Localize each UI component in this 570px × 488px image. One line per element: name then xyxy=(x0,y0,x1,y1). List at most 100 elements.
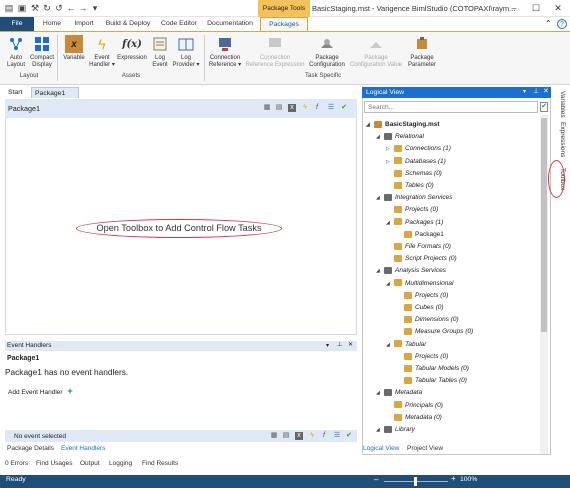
tree-item[interactable]: Tables (0) xyxy=(386,180,434,192)
redo-icon[interactable]: ↻ xyxy=(42,3,52,13)
tree-item[interactable]: Dimensions (0) xyxy=(396,314,459,326)
back-icon[interactable]: ← xyxy=(66,3,76,13)
collapse-icon[interactable]: ◢ xyxy=(366,119,374,131)
logical-view-search-input[interactable] xyxy=(364,101,538,113)
tab-code-editor[interactable]: Code Editor xyxy=(158,17,200,31)
tree-item[interactable]: ◢ Tabular xyxy=(386,339,426,351)
maximize-icon[interactable]: ☐ xyxy=(526,0,546,17)
lightning-icon[interactable]: ϟ xyxy=(308,432,316,440)
event-handler-button[interactable]: ϟ Event Handler ▾ xyxy=(88,35,116,69)
tab-documentation[interactable]: Documentation xyxy=(204,17,256,31)
tree-item[interactable]: ◢ Multidimensional xyxy=(386,278,453,290)
tab-logical-view[interactable]: Logical View xyxy=(363,444,399,454)
variable-icon[interactable]: x xyxy=(295,432,303,440)
help-icon[interactable]: ? xyxy=(557,19,567,29)
tree-item[interactable]: Schemas (0) xyxy=(386,168,442,180)
tree-item[interactable]: ◢ Metadata xyxy=(376,387,422,399)
forward-icon[interactable]: → xyxy=(78,3,88,13)
package-configuration-button[interactable]: Package Configuration xyxy=(306,35,348,69)
tab-build-deploy[interactable]: Build & Deploy xyxy=(102,17,154,31)
minimize-icon[interactable]: – xyxy=(504,0,524,17)
package-configuration-value-button[interactable]: Package Configuration Value xyxy=(348,35,404,69)
validate-icon[interactable]: ✔ xyxy=(340,104,348,112)
connection-reference-expression-button[interactable]: Connection Reference Expression xyxy=(244,35,306,69)
log-provider-button[interactable]: Log Provider ▾ xyxy=(171,35,201,69)
tab-package-details[interactable]: Package Details xyxy=(7,444,54,454)
tab-output[interactable]: Output xyxy=(80,459,100,469)
tab-packages[interactable]: Packages xyxy=(260,17,308,31)
dropdown-icon[interactable]: ▾ xyxy=(523,88,526,95)
side-tab-expressions[interactable]: Expressions xyxy=(552,120,566,160)
tab-file[interactable]: File xyxy=(0,17,34,31)
expand-icon[interactable]: ▷ xyxy=(386,143,394,155)
expression-icon[interactable]: f xyxy=(320,432,328,440)
tree-item[interactable]: Projects (0) xyxy=(396,290,448,302)
tree-item[interactable]: ◢ Analysis Services xyxy=(376,265,446,277)
build-icon[interactable]: ⚒ xyxy=(30,3,40,13)
tree-item[interactable]: ◢ Packages (1) xyxy=(386,217,443,229)
tab-logging[interactable]: Logging xyxy=(109,459,132,469)
variable-button[interactable]: x Variable xyxy=(60,35,88,62)
checkbox-icon[interactable]: ✔ xyxy=(540,102,548,112)
tab-import[interactable]: Import xyxy=(70,17,98,31)
pin-icon[interactable]: ⊥ xyxy=(337,341,342,348)
doc-tab-package1[interactable]: Package1 ✕ xyxy=(31,87,79,108)
tree-item[interactable]: Package1 xyxy=(396,229,444,241)
tree-item[interactable]: File Formats (0) xyxy=(386,241,451,253)
log-event-button[interactable]: Log Event xyxy=(149,35,171,69)
doc-tab-start[interactable]: Start xyxy=(5,87,25,98)
tab-home[interactable]: Home xyxy=(38,17,66,31)
tree-item[interactable]: Measure Groups (0) xyxy=(396,326,473,338)
collapse-icon[interactable]: ◢ xyxy=(376,265,384,277)
tree-item[interactable]: Principals (0) xyxy=(386,400,443,412)
auto-layout-button[interactable]: Auto Layout xyxy=(3,35,29,69)
display-icon[interactable]: ▤ xyxy=(282,432,290,440)
tree-item[interactable]: ◢ Integration Services xyxy=(376,192,452,204)
zoom-slider-thumb[interactable] xyxy=(414,477,417,486)
close-icon[interactable]: ✕ xyxy=(548,0,568,17)
add-event-handler-link[interactable]: Add Event Handler + xyxy=(8,386,73,396)
list-icon[interactable]: ☰ xyxy=(327,104,335,112)
lightning-icon[interactable]: ϟ xyxy=(301,104,309,112)
tree-item[interactable]: ◢ BasicStaging.mst xyxy=(366,119,440,131)
collapse-icon[interactable]: ◢ xyxy=(376,131,384,143)
tree-item[interactable]: Projects (0) xyxy=(396,351,448,363)
layout-icon[interactable]: ▦ xyxy=(263,104,271,112)
tree-item[interactable]: ◢ Relational xyxy=(376,131,424,143)
collapse-icon[interactable]: ◢ xyxy=(376,424,384,436)
zoom-out-icon[interactable]: – xyxy=(374,475,378,484)
tab-find-results[interactable]: Find Results xyxy=(142,459,178,469)
tree-item[interactable]: ▷ Databases (1) xyxy=(386,156,446,168)
customize-icon[interactable]: ▾ xyxy=(90,3,100,13)
close-panel-icon[interactable]: ✕ xyxy=(348,341,353,348)
side-tab-variables[interactable]: Variables xyxy=(552,87,566,121)
expression-icon[interactable]: f xyxy=(313,104,321,112)
close-panel-icon[interactable]: ✕ xyxy=(543,87,549,95)
package-parameter-button[interactable]: Package Parameter xyxy=(404,35,440,69)
display-icon[interactable]: ▤ xyxy=(275,104,283,112)
variable-icon[interactable]: x xyxy=(288,104,296,112)
expression-button[interactable]: f(x) Expression xyxy=(116,35,148,62)
tree-item[interactable]: Metadata (0) xyxy=(386,412,442,424)
layout-icon[interactable]: ▦ xyxy=(270,432,278,440)
validate-icon[interactable]: ✔ xyxy=(345,432,353,440)
connection-reference-button[interactable]: Connection Reference ▾ xyxy=(206,35,244,69)
package-designer[interactable] xyxy=(5,99,357,335)
collapse-icon[interactable]: ◢ xyxy=(386,217,394,229)
list-icon[interactable]: ☰ xyxy=(333,432,341,440)
zoom-in-icon[interactable]: + xyxy=(451,474,456,483)
expand-icon[interactable]: ▷ xyxy=(386,156,394,168)
ribbon-collapse-icon[interactable]: ⌃ xyxy=(545,19,552,28)
dropdown-icon[interactable]: ▾ xyxy=(326,342,329,349)
tab-project-view[interactable]: Project View xyxy=(407,444,443,454)
tab-errors[interactable]: 0 Errors xyxy=(5,459,28,469)
tree-item[interactable]: ◢ Library xyxy=(376,424,415,436)
tab-event-handlers[interactable]: Event Handlers xyxy=(61,444,105,454)
collapse-icon[interactable]: ◢ xyxy=(376,192,384,204)
tree-item[interactable]: Tabular Tables (0) xyxy=(396,375,467,387)
tree-item[interactable]: Cubes (0) xyxy=(396,302,444,314)
pin-icon[interactable]: ⊥ xyxy=(533,87,539,95)
compact-display-button[interactable]: Compact Display xyxy=(29,35,55,69)
collapse-icon[interactable]: ◢ xyxy=(386,339,394,351)
tree-item[interactable]: Script Projects (0) xyxy=(386,253,457,265)
